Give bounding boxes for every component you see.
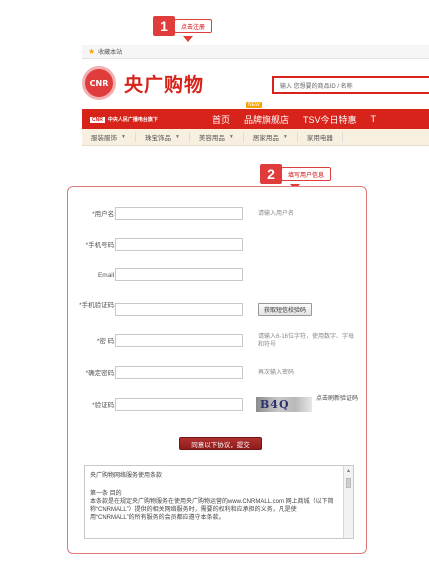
step-number: 2 — [260, 164, 282, 184]
username-hint: 请输入用户名 — [258, 211, 295, 217]
registration-form: *用户名: 请输入用户名 *手机号码: Email: *手机验证码: 获取短信校… — [67, 186, 367, 554]
captcha-label: *验证码: — [92, 402, 116, 409]
password-input[interactable] — [115, 334, 243, 347]
caret-down-icon: ▼ — [121, 134, 126, 140]
confirm-password-input[interactable] — [115, 366, 243, 379]
terms-content: 央广购物网络服务使用条款 第一条 目的 本条款是在规定央广购物服务在使用央广购物… — [90, 472, 340, 522]
terms-box[interactable]: 央广购物网络服务使用条款 第一条 目的 本条款是在规定央广购物服务在使用央广购物… — [84, 465, 354, 539]
category-bar: 服装服饰 ▼ 珠宝饰品 ▼ 美容用品 ▼ 居家用品 ▼ 家用电器 — [82, 129, 429, 146]
nav-brand-badge: CNR — [90, 116, 105, 123]
username-input[interactable] — [115, 207, 243, 220]
email-input[interactable] — [115, 268, 243, 281]
step-text: 填写用户信息 — [281, 167, 332, 181]
star-icon: ★ — [88, 47, 96, 56]
category-label: 美容用品 — [198, 135, 225, 142]
nav-home[interactable]: 首页 — [212, 113, 230, 126]
step-number: 1 — [153, 16, 175, 36]
captcha-image[interactable]: B4Q — [256, 397, 312, 412]
nav-more[interactable]: T — [371, 114, 377, 124]
callout-pointer — [183, 36, 193, 42]
nav-more-label: T — [370, 114, 377, 124]
main-nav: CNR 中央人民广播电台旗下 首页 NEW 品牌旗舰店 TSV今日特惠 T — [82, 101, 429, 129]
confirm-password-label: *确定密码: — [85, 370, 116, 377]
terms-title: 央广购物网络服务使用条款 — [90, 473, 163, 479]
logo-badge: CNR — [82, 66, 116, 100]
nav-tsv[interactable]: TSV今日特惠 — [303, 113, 357, 126]
nav-home-label: 首页 — [212, 114, 231, 125]
confirm-password-hint: 再次输入密码 — [258, 370, 295, 376]
nav-brand-store[interactable]: NEW 品牌旗舰店 — [244, 101, 290, 126]
password-hint: 请输入6-16位字符，使用数字、字母和符号 — [258, 334, 355, 348]
terms-scrollbar[interactable]: ▲ — [343, 466, 353, 538]
sms-label: *手机验证码: — [79, 302, 116, 309]
caret-down-icon: ▼ — [174, 134, 180, 140]
scroll-up-icon[interactable]: ▲ — [346, 468, 351, 474]
search-input[interactable]: 输入 您想要的商品ID / 名称 — [272, 76, 429, 94]
terms-body: 本条款是在规定央广购物服务在使用央广购物运营的www.CNRMALL.com 网… — [90, 499, 334, 521]
get-sms-code-button[interactable]: 获取短信校验码 — [258, 303, 313, 316]
category-home[interactable]: 居家用品 ▼ — [244, 132, 298, 142]
category-beauty[interactable]: 美容用品 ▼ — [190, 132, 244, 142]
category-label: 珠宝饰品 — [144, 135, 171, 142]
caret-down-icon: ▼ — [228, 134, 234, 140]
scroll-thumb[interactable] — [346, 478, 351, 488]
category-apparel[interactable]: 服装服饰 ▼ — [82, 132, 136, 142]
nav-brand-store-label: 品牌旗舰店 — [244, 114, 290, 125]
nav-brand: CNR 中央人民广播电台旗下 — [90, 116, 198, 123]
caret-down-icon: ▼ — [282, 134, 288, 140]
new-badge: NEW — [246, 101, 262, 108]
category-label: 居家用品 — [252, 135, 279, 142]
step-text: 点击注册 — [174, 19, 213, 33]
phone-label: *手机号码: — [85, 242, 116, 249]
captcha-text: B4Q — [260, 398, 290, 411]
category-jewelry[interactable]: 珠宝饰品 ▼ — [136, 132, 190, 142]
site-logo[interactable]: CNR 央广购物 — [82, 62, 282, 104]
category-label: 家用电器 — [306, 135, 333, 142]
step-1-callout: 1 点击注册 — [153, 16, 213, 42]
phone-input[interactable] — [115, 238, 243, 251]
step-2-callout: 2 填写用户信息 — [260, 164, 332, 190]
category-appliances[interactable]: 家用电器 — [298, 132, 343, 142]
logo-name: 央广购物 — [124, 73, 205, 96]
email-label: Email: — [97, 272, 116, 279]
captcha-input[interactable] — [115, 398, 243, 411]
username-label: *用户名: — [92, 211, 116, 218]
favorite-link[interactable]: 收藏本站 — [98, 47, 122, 56]
agree-submit-button[interactable]: 同意以下协议，提交 — [179, 437, 262, 450]
terms-section: 第一条 目的 — [90, 491, 122, 497]
nav-tsv-label: TSV今日特惠 — [303, 114, 357, 125]
top-bar: ★ 收藏本站 — [82, 45, 429, 59]
refresh-captcha-link[interactable]: 点击刷新验证码 — [316, 395, 368, 403]
sms-code-input[interactable] — [115, 303, 243, 316]
password-label: *密 码: — [96, 338, 116, 345]
category-label: 服装服饰 — [91, 135, 117, 142]
nav-brand-text: 中央人民广播电台旗下 — [107, 116, 158, 123]
